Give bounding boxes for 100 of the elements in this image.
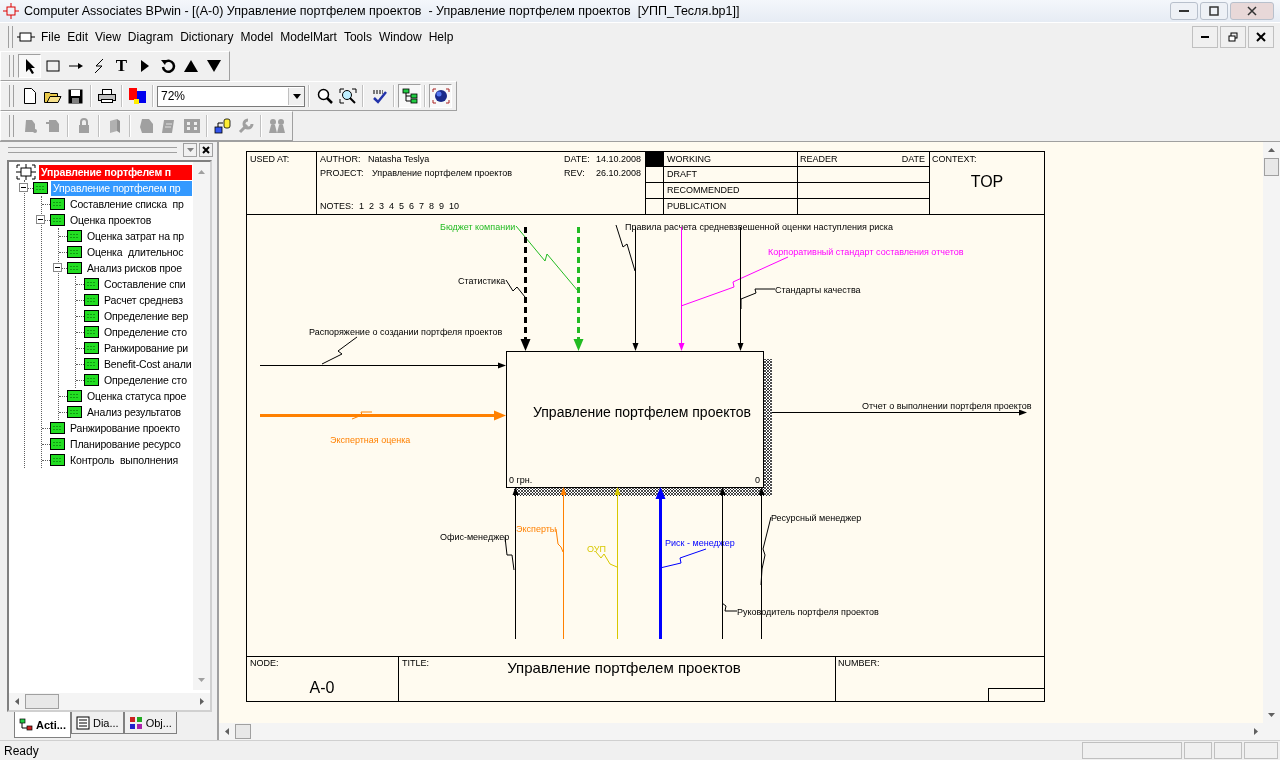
node-label: NODE: [250,658,279,668]
activity-title: Управление портфелем проектов [533,404,751,420]
arrow[interactable] [259,362,506,369]
activity-icon [84,358,99,370]
tree-item[interactable]: Оценка затрат на пр [85,228,186,244]
text-tool[interactable]: T [110,54,133,78]
minimize-icon [1201,36,1209,38]
date-label: DATE: [564,154,590,164]
project-name: Управление портфелем проектов [372,168,513,178]
diagram-list-icon [75,715,90,730]
title-label: TITLE: [402,658,429,668]
activity-icon [84,278,99,290]
tree-item[interactable]: Оценка статуса прое [85,388,189,404]
arrow-label: Стандарты качества [775,285,861,295]
activity-number: 0 [755,475,760,485]
zoom-dropdown[interactable]: 72% [157,85,305,107]
pointer-tool[interactable] [18,54,41,78]
caret-icon [186,148,194,152]
menu-item[interactable]: Model [238,30,279,44]
panel-tab[interactable]: Dia... [70,712,124,734]
tree-item[interactable]: Составление списка пр [68,196,186,212]
new-file-icon [22,88,37,104]
play-icon [139,59,150,73]
menu-item[interactable]: Window [376,30,427,44]
scroll-up-icon [1268,148,1275,152]
scrollbar-thumb[interactable] [25,694,59,709]
tree-item[interactable]: Планирование ресурсо [68,436,183,452]
tree-item[interactable]: Управление портфелем п [39,164,192,180]
tree-item[interactable]: Benefit-Cost анали [102,356,194,372]
menu-item[interactable]: Edit [65,30,94,44]
globe-button[interactable] [429,84,452,108]
close-button[interactable] [199,143,213,157]
reader-date-label: DATE [901,154,925,164]
tree-icon [401,88,418,104]
leader-line [555,528,564,553]
tree-item[interactable]: Ранжирование проекто [68,420,183,436]
rectangle-icon [45,59,60,73]
tree-view-button[interactable] [398,84,421,108]
panel-tab[interactable]: Obj... [123,712,177,734]
people-icon [267,118,286,134]
scroll-down-icon [1268,713,1275,717]
activity-icon [84,374,99,386]
notes-numbers: 1 2 3 4 5 6 7 8 9 10 [359,201,460,211]
scrollbar-thumb[interactable] [235,724,251,739]
tree-item[interactable]: Определение сто [102,372,189,388]
vertical-scrollbar[interactable] [1263,142,1280,723]
arrow[interactable] [560,487,567,640]
status-label: DRAFT [667,169,697,179]
tree-item[interactable]: Ранжирование ри [102,340,191,356]
status-label: WORKING [667,154,711,164]
notes-label: NOTES: [320,201,354,211]
menu-item[interactable]: Dictionary [178,30,239,44]
collapse-icon[interactable] [36,215,45,224]
project-label: PROJECT: [320,168,364,178]
minimize-button[interactable] [1192,26,1218,48]
collapse-icon[interactable] [53,263,62,272]
maximize-button[interactable] [1200,2,1228,20]
arrow[interactable] [655,487,666,639]
panel-tab[interactable]: Acti... [14,712,71,738]
tree-item[interactable]: Оценка длительнос [85,244,186,260]
document-icon[interactable] [17,31,35,43]
date-value: 14.10.2008 [596,154,642,164]
triangle-down-icon [206,60,221,72]
activity-icon [84,326,99,338]
tree-item[interactable]: Оценка проектов [68,212,154,228]
collapse-icon[interactable] [19,183,28,192]
tree-item[interactable]: Определение вер [102,308,191,324]
zoom-fit-icon [338,88,357,104]
activity-box[interactable] [506,351,772,496]
minimize-button[interactable] [1170,2,1198,20]
scrollbar-thumb[interactable] [1264,158,1279,176]
vertical-scrollbar[interactable] [193,162,210,690]
printer-icon [97,89,116,103]
menu-item[interactable]: View [93,30,126,44]
menu-item[interactable]: File [39,30,66,44]
tree-item[interactable]: Анализ рисков прое [85,260,184,276]
activity-icon [67,246,82,258]
menu-item[interactable]: ModelMart [278,30,342,44]
close-icon [202,146,210,154]
tree-item[interactable]: Контроль выполнения [68,452,180,468]
tree-item[interactable]: Составление спи [102,276,188,292]
tree-item[interactable]: Определение сто [102,324,189,340]
tree-item[interactable]: Анализ результатов [85,404,183,420]
arrow[interactable] [771,409,1027,416]
close-button[interactable] [1248,26,1274,48]
magnifier-icon [316,88,333,104]
objects-icon [128,715,143,730]
restore-button[interactable] [1220,26,1246,48]
menu-item[interactable]: Diagram [125,30,179,44]
arrow[interactable] [520,227,531,351]
activity-icon [84,342,99,354]
activity-icon [67,230,82,242]
tree-item[interactable]: Расчет средневз [102,292,185,308]
horizontal-scrollbar[interactable] [9,693,210,710]
menu-item[interactable]: Tools [341,30,377,44]
activity-icon [50,198,65,210]
reader-label: READER [800,154,838,164]
author-name: Natasha Teslya [368,154,430,164]
menu-item[interactable]: Help [426,30,459,44]
horizontal-scrollbar[interactable] [219,723,1280,740]
